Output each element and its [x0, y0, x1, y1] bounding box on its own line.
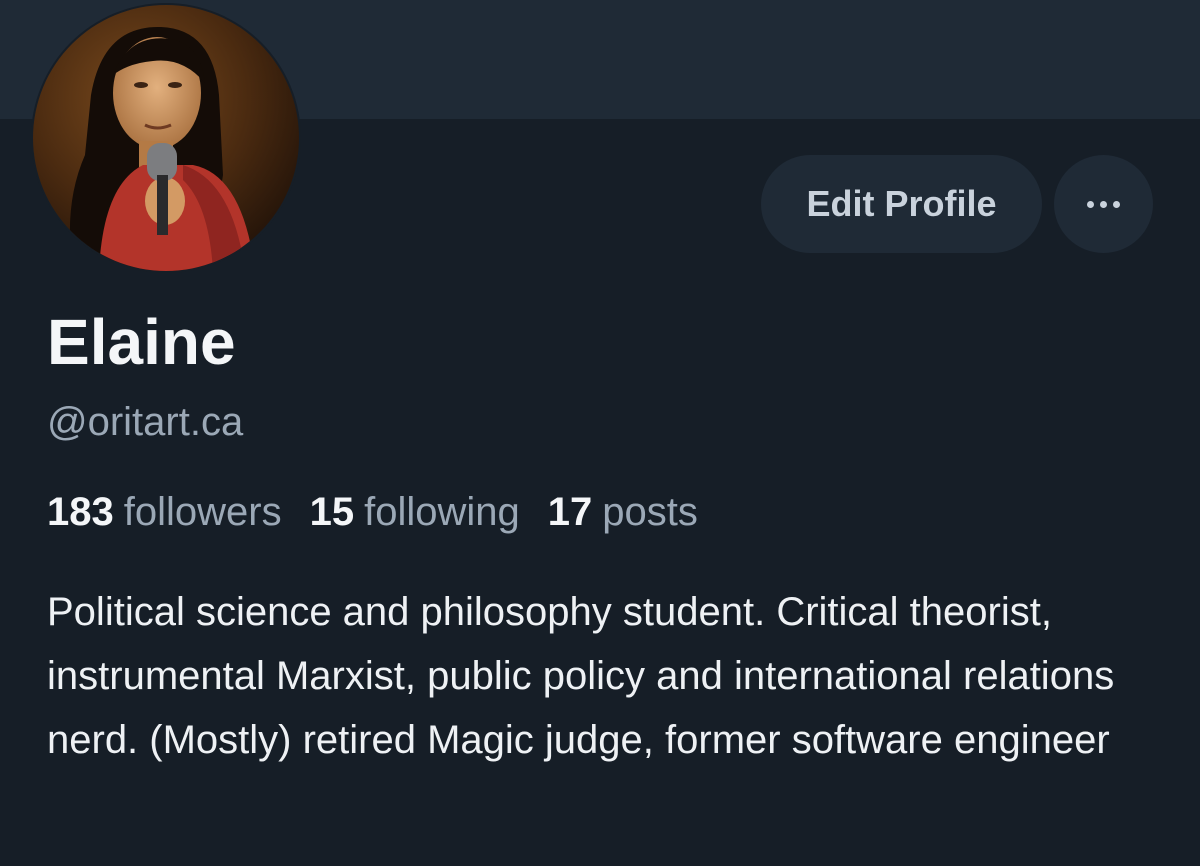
posts-count: 17	[547, 490, 593, 534]
more-options-button[interactable]	[1054, 155, 1153, 253]
posts-label: posts	[602, 490, 698, 534]
user-handle[interactable]: @oritart.ca	[47, 394, 243, 450]
following-label: following	[364, 490, 520, 534]
profile-stats: 183 followers 15 following 17 posts	[47, 484, 726, 540]
followers-link[interactable]: 183 followers	[47, 484, 282, 540]
followers-count: 183	[47, 490, 114, 534]
display-name: Elaine	[47, 306, 236, 378]
edit-profile-button[interactable]: Edit Profile	[761, 155, 1042, 253]
posts-count-link[interactable]: 17 posts	[548, 484, 698, 540]
following-link[interactable]: 15 following	[310, 484, 520, 540]
profile-bio: Political science and philosophy student…	[47, 590, 1115, 762]
followers-label: followers	[123, 490, 282, 534]
following-count: 15	[309, 490, 355, 534]
avatar-photo	[33, 5, 299, 271]
avatar[interactable]	[33, 5, 299, 271]
ellipsis-icon	[1087, 200, 1120, 208]
